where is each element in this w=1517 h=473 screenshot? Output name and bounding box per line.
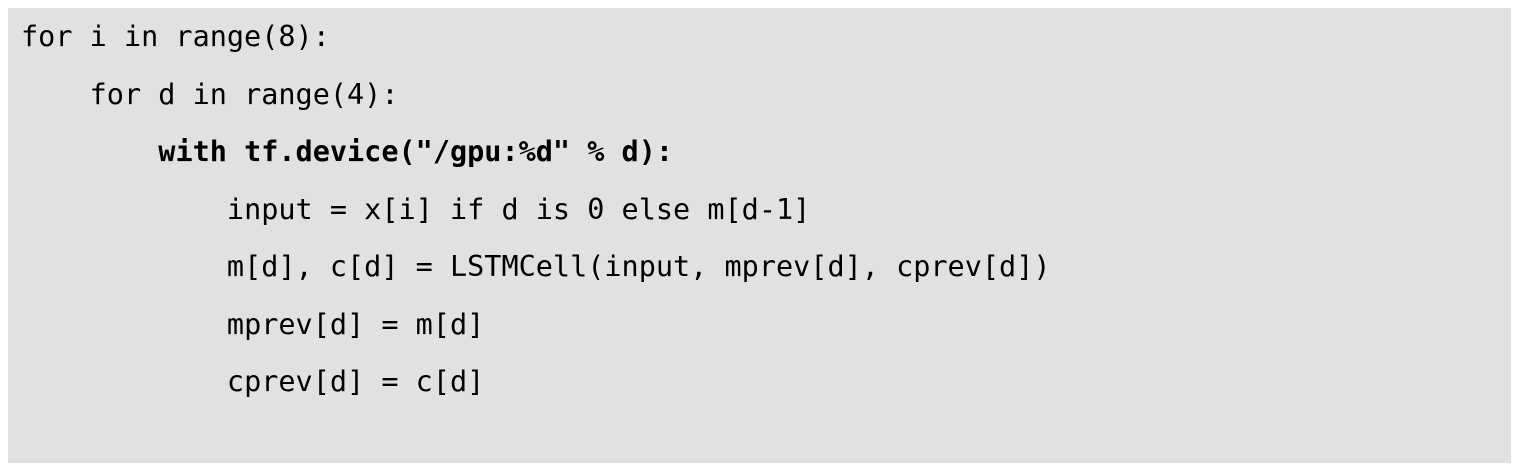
code-line: m[d], c[d] = LSTMCell(input, mprev[d], c… (226, 250, 1051, 283)
code-block: for i in range(8): for d in range(4): wi… (8, 8, 1511, 463)
code-line: mprev[d] = m[d] (226, 307, 485, 341)
code-line: for i in range(8): (21, 20, 330, 53)
code-line: for d in range(4): (89, 77, 399, 111)
code-line: cprev[d] = c[d] (226, 365, 485, 398)
code-line-highlighted: with tf.device("/gpu:%d" % d): (158, 135, 674, 168)
code-line: input = x[i] if d is 0 else m[d-1] (226, 192, 811, 226)
